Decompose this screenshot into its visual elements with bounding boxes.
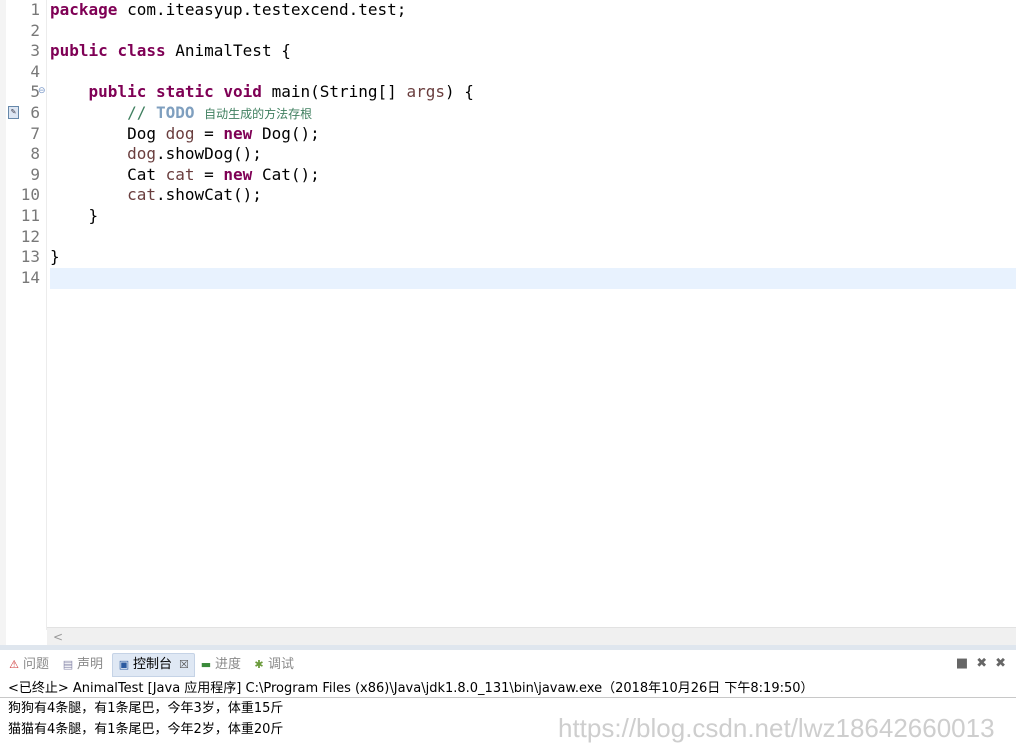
line-number: 11	[20, 206, 40, 225]
code-editor[interactable]: 1 2 3 4 5 6 7 8 9 10 11 12 13 14 ⊖ ✎ package com.itea…	[0, 0, 1016, 646]
task-marker-icon: ✎	[8, 106, 19, 119]
console-output-line: 狗狗有4条腿，有1条尾巴，今年3岁，体重15斤	[8, 701, 284, 716]
code-token: .showCat();	[155, 185, 262, 205]
line-number: 8	[30, 144, 40, 164]
console-toolbar: ■ ✖ ✖	[956, 656, 1006, 671]
code-token: void	[223, 82, 262, 102]
console-output-line: 猫猫有4条腿，有1条尾巴，今年2岁，体重20斤	[8, 722, 284, 737]
panel-divider[interactable]	[0, 645, 1016, 650]
code-token: main(String[]	[261, 82, 407, 102]
line-number: 3	[30, 41, 40, 61]
code-token: =	[194, 123, 224, 143]
code-token: //	[50, 103, 156, 122]
code-token: Dog();	[252, 123, 320, 143]
remove-launch-icon[interactable]: ✖	[976, 656, 987, 671]
code-line: dog.showDog();	[50, 144, 262, 165]
tab-label: 调试	[268, 657, 295, 672]
code-token: public	[50, 41, 108, 61]
tab-label: 声明	[77, 657, 104, 672]
code-token: }	[50, 247, 60, 267]
code-token: 自动生成的方法存根	[204, 107, 313, 121]
fold-toggle-icon[interactable]: ⊖	[38, 86, 46, 96]
code-line: Cat cat = new Cat();	[50, 165, 320, 186]
code-token: .showDog();	[155, 144, 262, 164]
code-token: new	[223, 164, 253, 184]
code-line: Dog dog = new Dog();	[50, 124, 320, 145]
code-token: =	[194, 164, 224, 184]
code-token: new	[223, 123, 253, 143]
code-token: cat	[127, 185, 156, 205]
line-number: 1	[30, 0, 40, 19]
tab-label: 控制台	[133, 657, 173, 672]
line-number: 13	[20, 247, 40, 267]
tab-label: 进度	[215, 657, 242, 672]
code-token: ) {	[444, 82, 474, 102]
code-token: args	[406, 82, 445, 102]
code-token: Dog	[50, 123, 166, 143]
watermark-text: https://blog.csdn.net/lwz18642660013	[558, 713, 995, 743]
console-process-header: <已终止> AnimalTest [Java 应用程序] C:\Program …	[0, 680, 1016, 698]
code-line: // TODO 自动生成的方法存根	[50, 103, 312, 124]
code-line: public static void main(String[] args) {	[50, 82, 474, 103]
declaration-icon: ▤	[62, 658, 74, 671]
line-number: 7	[30, 123, 40, 143]
line-number: 14	[20, 267, 40, 287]
code-line: }	[50, 247, 60, 268]
horizontal-scrollbar[interactable]: <	[47, 627, 1016, 646]
line-number: 5	[30, 82, 40, 102]
code-line: cat.showCat();	[50, 185, 262, 206]
problems-icon: ⚠	[9, 658, 19, 671]
scroll-left-arrow-icon[interactable]: <	[53, 628, 63, 646]
line-number: 2	[30, 20, 40, 40]
debug-icon: ✱	[254, 658, 264, 671]
line-number: 12	[20, 226, 40, 246]
line-number: 9	[30, 164, 40, 184]
code-token: com.iteasyup.testexcend.test;	[117, 0, 407, 19]
terminate-icon[interactable]: ■	[956, 656, 968, 671]
code-text-area[interactable]: package com.iteasyup.testexcend.test; pub…	[47, 0, 1016, 628]
code-token: Cat();	[252, 164, 320, 184]
line-number: 4	[30, 61, 40, 81]
code-token: dog	[127, 144, 156, 164]
tab-problems[interactable]: ⚠ 问题	[8, 654, 49, 676]
panel-tab-bar: ⚠ 问题 ▤ 声明 ▣ 控制台 ☒ ▬ 进度 ✱ 调试 ■ ✖ ✖	[0, 651, 1016, 679]
code-token: public	[88, 82, 147, 102]
code-line: public class AnimalTest {	[50, 41, 291, 62]
code-token: Cat	[50, 164, 166, 184]
code-token: dog	[165, 123, 195, 143]
tab-declaration[interactable]: ▤ 声明	[62, 654, 103, 676]
code-token: package	[50, 0, 118, 19]
code-token: static	[155, 82, 214, 102]
progress-icon: ▬	[200, 658, 212, 671]
line-number: 10	[20, 185, 40, 205]
console-icon: ▣	[118, 658, 130, 671]
code-line: package com.iteasyup.testexcend.test;	[50, 0, 406, 21]
tab-console[interactable]: ▣ 控制台 ☒	[112, 653, 195, 677]
code-line: }	[50, 206, 99, 227]
code-token: AnimalTest {	[165, 41, 291, 61]
code-token: TODO	[155, 103, 195, 122]
code-token: }	[50, 206, 99, 225]
tab-debug[interactable]: ✱ 调试	[253, 654, 294, 676]
close-icon[interactable]: ☒	[179, 654, 189, 676]
tab-progress[interactable]: ▬ 进度	[200, 654, 241, 676]
code-token: class	[117, 41, 166, 61]
code-token: cat	[165, 164, 195, 184]
tab-label: 问题	[23, 657, 50, 672]
remove-all-terminated-icon[interactable]: ✖	[995, 656, 1006, 671]
